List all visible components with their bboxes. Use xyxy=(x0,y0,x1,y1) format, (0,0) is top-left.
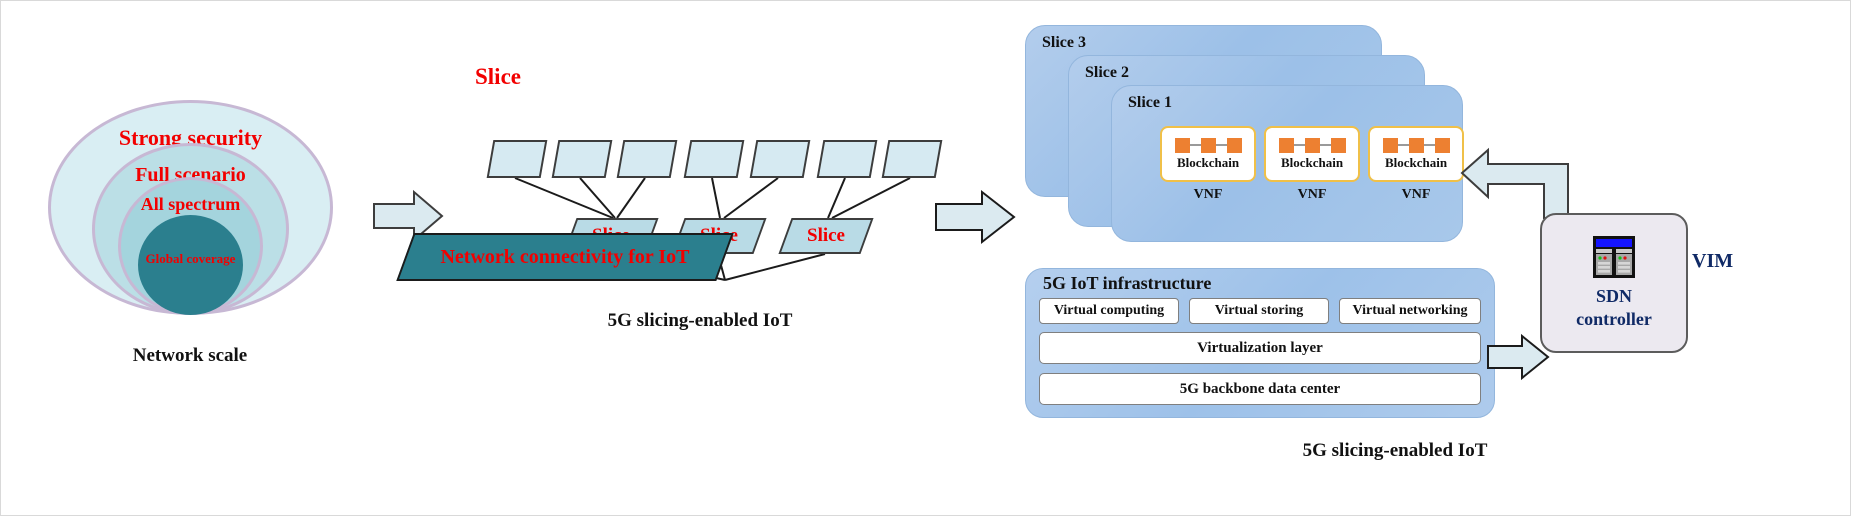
slice-node-small-2[interactable] xyxy=(551,140,613,178)
slice-card-1-title: Slice 1 xyxy=(1128,94,1172,111)
panel-5g-iot-infrastructure: 5G IoT infrastructure Virtual computing … xyxy=(1025,268,1525,420)
slice-node-small-7[interactable] xyxy=(881,140,943,178)
chip-virtual-storing[interactable]: Virtual storing xyxy=(1189,298,1329,324)
panel-slicing-enabled-iot: Slice Slice Slice Sl xyxy=(396,50,943,400)
vnf-blockchain-1-label: Blockchain xyxy=(1176,154,1240,170)
sdn-controller-box[interactable] xyxy=(1540,213,1688,353)
network-connectivity-label: Network connectivity for IoT xyxy=(440,246,690,268)
slice-node-small-1[interactable] xyxy=(486,140,548,178)
infrastructure-title: 5G IoT infrastructure xyxy=(1043,273,1212,293)
slice-node-3-label: Slice xyxy=(807,225,845,246)
sdn-controller-label-line2: controller xyxy=(1576,308,1652,329)
caption-5g-slicing-iot-left: 5G slicing-enabled IoT xyxy=(607,310,793,331)
vnf-blockchain-3-label: Blockchain xyxy=(1384,154,1448,170)
chip-virtual-networking[interactable]: Virtual networking xyxy=(1339,298,1481,324)
diagram-canvas: Strong security Full scenario All spectr… xyxy=(0,0,1853,518)
ring-global-coverage: Global coverage xyxy=(138,215,243,315)
sdn-controller-label: SDN controller xyxy=(1540,285,1688,330)
caption-network-scale: Network scale xyxy=(132,345,248,366)
panel-network-scale: Strong security Full scenario All spectr… xyxy=(40,95,340,395)
slice-node-small-3[interactable] xyxy=(616,140,678,178)
vnf-blockchain-1[interactable]: Blockchain xyxy=(1160,126,1256,182)
slice-card-2-title: Slice 2 xyxy=(1085,64,1129,81)
arrow-slicing-to-slices xyxy=(935,189,1016,245)
vim-label: VIM xyxy=(1692,250,1734,272)
slice-node-small-5[interactable] xyxy=(749,140,811,178)
network-connectivity-bar[interactable]: Network connectivity for IoT xyxy=(396,233,734,281)
slice-card-1[interactable]: Slice 1 Blockchain VNF Blockchain VNF Bl… xyxy=(1111,85,1464,242)
server-rack-icon xyxy=(1593,236,1635,278)
slice-node-3[interactable]: Slice xyxy=(778,218,874,254)
vnf-blockchain-2[interactable]: Blockchain xyxy=(1264,126,1360,182)
ring-label-global-coverage: Global coverage xyxy=(145,251,236,266)
vnf-caption-2: VNF xyxy=(1297,187,1327,202)
caption-5g-slicing-iot-right: 5G slicing-enabled IoT xyxy=(1302,440,1488,461)
vnf-caption-1: VNF xyxy=(1193,187,1223,202)
bar-5g-backbone-data-center[interactable]: 5G backbone data center xyxy=(1039,373,1481,405)
blockchain-chain-icon xyxy=(1278,137,1346,153)
slice-card-3-title: Slice 3 xyxy=(1042,34,1086,51)
chip-virtual-computing[interactable]: Virtual computing xyxy=(1039,298,1179,324)
vnf-blockchain-2-label: Blockchain xyxy=(1280,154,1344,170)
sdn-controller-label-line1: SDN xyxy=(1595,286,1632,306)
slice-node-small-4[interactable] xyxy=(683,140,745,178)
slice-connectors xyxy=(514,177,911,281)
bar-virtualization-layer[interactable]: Virtualization layer xyxy=(1039,332,1481,364)
slice-node-small-6[interactable] xyxy=(816,140,878,178)
blockchain-chain-icon xyxy=(1174,137,1242,153)
